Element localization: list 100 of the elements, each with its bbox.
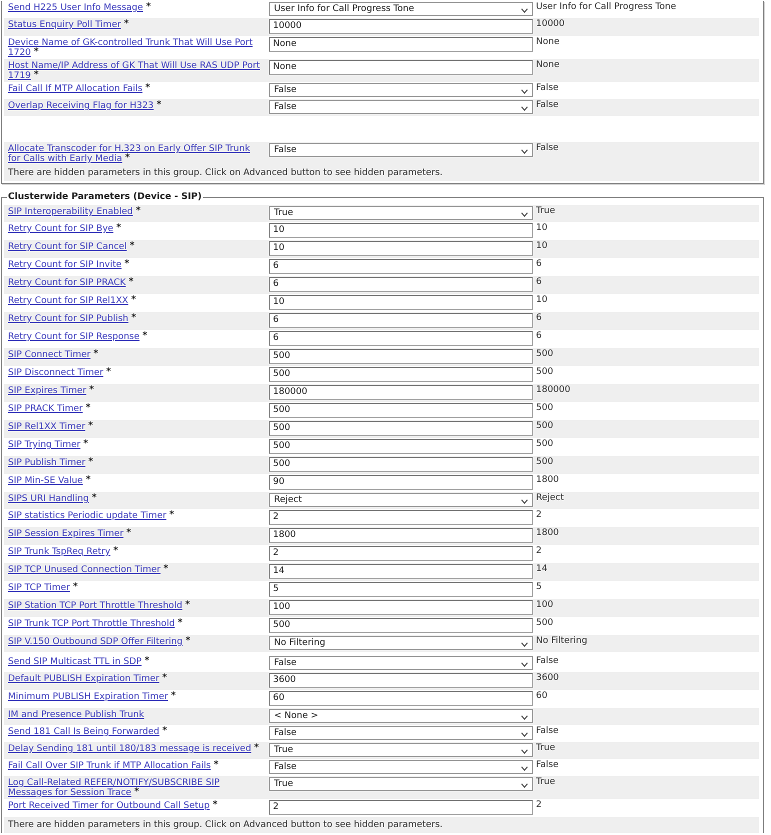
parameter-link[interactable]: SIP TCP Unused Connection Timer * [8, 565, 168, 575]
text-field[interactable]: 180000 [269, 385, 533, 400]
parameter-link[interactable]: Fail Call If MTP Allocation Fails * [8, 84, 150, 94]
parameter-link[interactable]: Minimum PUBLISH Expiration Timer * [8, 692, 176, 702]
parameter-link[interactable]: Overlap Receiving Flag for H323 * [8, 101, 162, 111]
parameter-link[interactable]: Status Enquiry Poll Timer * [8, 20, 129, 30]
parameter-link[interactable]: Delay Sending 181 until 180/183 message is received * [8, 744, 259, 754]
dropdown[interactable]: < None > [269, 709, 533, 723]
text-field[interactable]: 6 [269, 313, 533, 328]
default-value: 500 [536, 403, 554, 413]
default-value: 10 [536, 241, 548, 251]
parameter-link[interactable]: IM and Presence Publish Trunk [8, 710, 144, 720]
default-value: 60 [536, 691, 548, 701]
text-field[interactable]: 500 [269, 367, 533, 382]
dropdown[interactable]: True [269, 206, 533, 220]
parameter-link[interactable]: SIP PRACK Timer * [8, 404, 90, 414]
default-value: 6 [536, 313, 542, 323]
dropdown[interactable]: Reject [269, 493, 533, 507]
dropdown[interactable]: No Filtering [269, 636, 533, 650]
text-field[interactable]: 10 [269, 241, 533, 256]
parameter-link[interactable]: Send 181 Call Is Being Forwarded * [8, 727, 168, 737]
default-value: 6 [536, 259, 542, 269]
parameter-link[interactable]: Send SIP Multicast TTL in SDP * [8, 657, 150, 667]
default-value: 10000 [536, 19, 565, 29]
text-field[interactable]: 60 [269, 691, 533, 706]
parameter-link[interactable]: Default PUBLISH Expiration Timer * [8, 674, 167, 684]
parameter-link[interactable]: Host Name/IP Address of GK That Will Use RAS UDP Port 1719 * [8, 61, 261, 81]
parameter-link[interactable]: SIP Connect Timer * [8, 350, 98, 360]
default-value: 10 [536, 223, 548, 233]
parameter-link[interactable]: SIP Session Expires Timer * [8, 529, 132, 539]
text-field[interactable]: 500 [269, 457, 533, 472]
default-value: 180000 [536, 385, 570, 395]
text-field[interactable]: None [269, 37, 533, 52]
parameter-link[interactable]: SIP Trunk TCP Port Throttle Threshold * [8, 619, 182, 629]
parameter-link[interactable]: SIP Min-SE Value * [8, 476, 91, 486]
parameter-link[interactable]: SIP Station TCP Port Throttle Threshold * [8, 601, 190, 611]
parameter-link[interactable]: SIP Publish Timer * [8, 458, 94, 468]
dropdown[interactable]: False [269, 726, 533, 740]
text-field[interactable]: 500 [269, 421, 533, 436]
text-field[interactable]: 90 [269, 475, 533, 490]
chevron-down-icon [521, 149, 528, 154]
text-field[interactable]: 6 [269, 277, 533, 292]
parameter-link[interactable]: Send H225 User Info Message * [8, 3, 151, 13]
text-field[interactable]: 3600 [269, 673, 533, 688]
parameter-link[interactable]: Retry Count for SIP Bye * [8, 224, 122, 234]
parameter-link[interactable]: Retry Count for SIP Cancel * [8, 242, 134, 252]
parameter-link[interactable]: SIP V.150 Outbound SDP Offer Filtering * [8, 637, 190, 647]
default-value: 10 [536, 295, 548, 305]
dropdown[interactable]: False [269, 656, 533, 670]
parameter-link[interactable]: SIP statistics Periodic update Timer * [8, 511, 174, 521]
parameter-link[interactable]: Retry Count for SIP Response * [8, 332, 148, 342]
parameter-link[interactable]: SIP Disconnect Timer * [8, 368, 111, 378]
text-field[interactable]: 500 [269, 439, 533, 454]
dropdown[interactable]: False [269, 143, 533, 157]
default-value: 500 [536, 618, 554, 628]
parameter-link[interactable]: SIP TCP Timer * [8, 583, 78, 593]
parameter-link[interactable]: Retry Count for SIP Publish * [8, 314, 136, 324]
text-field[interactable]: 2 [269, 546, 533, 561]
text-field[interactable]: 2 [269, 800, 533, 815]
text-field[interactable]: 1800 [269, 528, 533, 543]
default-value: 5 [536, 582, 542, 592]
parameter-link[interactable]: SIP Trying Timer * [8, 440, 88, 450]
text-field[interactable]: 10 [269, 223, 533, 238]
text-field[interactable]: 10 [269, 295, 533, 310]
text-field[interactable]: 6 [269, 259, 533, 274]
parameter-link[interactable]: Fail Call Over SIP Trunk if MTP Allocation Fails * [8, 761, 218, 771]
text-field[interactable]: 14 [269, 564, 533, 579]
parameter-link[interactable]: Retry Count for SIP Invite * [8, 260, 130, 270]
parameter-link[interactable]: SIP Rel1XX Timer * [8, 422, 93, 432]
chevron-down-icon [521, 106, 528, 111]
text-field[interactable]: 500 [269, 618, 533, 633]
parameter-link[interactable]: Retry Count for SIP Rel1XX * [8, 296, 136, 306]
default-value: 500 [536, 439, 554, 449]
dropdown[interactable]: False [269, 100, 533, 114]
dropdown[interactable]: User Info for Call Progress Tone [269, 2, 533, 16]
text-field[interactable]: 500 [269, 349, 533, 364]
text-field[interactable]: 2 [269, 510, 533, 525]
text-field[interactable]: 100 [269, 600, 533, 615]
default-value: 1800 [536, 528, 559, 538]
parameter-link[interactable]: SIP Expires Timer * [8, 386, 94, 396]
parameter-link[interactable]: Allocate Transcoder for H.323 on Early Offer SIP Trunk for Calls with Early Media * [8, 144, 261, 164]
text-field[interactable]: 500 [269, 403, 533, 418]
dropdown[interactable]: True [269, 777, 533, 791]
default-value: False [536, 143, 559, 153]
parameter-link[interactable]: SIP Trunk TspReq Retry * [8, 547, 118, 557]
dropdown[interactable]: False [269, 83, 533, 97]
parameter-link[interactable]: Log Call-Related REFER/NOTIFY/SUBSCRIBE SIP Messages for Session Trace * [8, 778, 261, 798]
text-field[interactable]: 10000 [269, 19, 533, 34]
parameter-link[interactable]: SIPS URI Handling * [8, 494, 97, 504]
parameter-link[interactable]: Retry Count for SIP PRACK * [8, 278, 134, 288]
dropdown[interactable]: True [269, 743, 533, 757]
default-value: None [536, 60, 560, 70]
parameter-link[interactable]: SIP Interoperability Enabled * [8, 207, 141, 217]
text-field[interactable]: 6 [269, 331, 533, 346]
text-field[interactable]: 5 [269, 582, 533, 597]
text-field[interactable]: None [269, 60, 533, 75]
parameter-link[interactable]: Port Received Timer for Outbound Call Setup * [8, 801, 218, 811]
dropdown[interactable]: False [269, 760, 533, 774]
default-value: 100 [536, 600, 554, 610]
parameter-link[interactable]: Device Name of GK-controlled Trunk That Will Use Port 1720 * [8, 38, 261, 58]
